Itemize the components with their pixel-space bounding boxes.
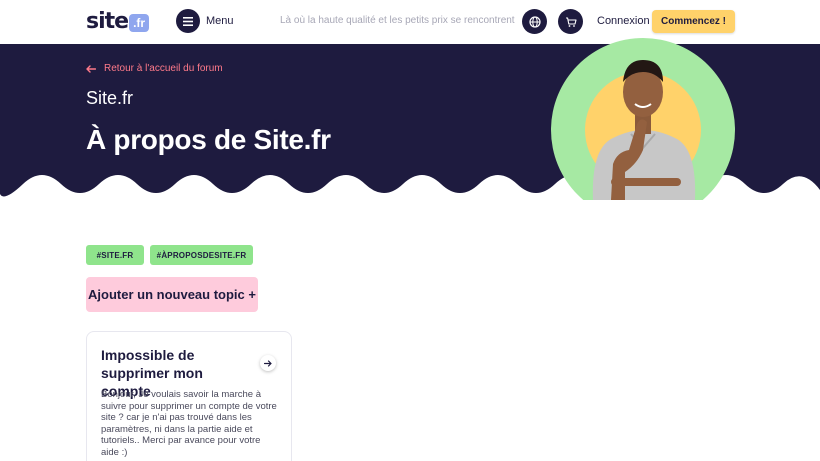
language-button[interactable] xyxy=(522,9,547,34)
arrow-left-icon xyxy=(86,64,96,73)
tag-apropos[interactable]: #ÀPROPOSDESITE.FR xyxy=(150,245,253,265)
globe-icon xyxy=(528,15,541,28)
topic-card[interactable]: Impossible de supprimer mon compte Bonjo… xyxy=(86,331,292,461)
menu-button[interactable] xyxy=(176,9,200,33)
arrow-right-icon xyxy=(264,359,272,367)
get-started-button[interactable]: Commencez ! xyxy=(652,10,735,33)
hero-illustration xyxy=(551,38,736,200)
topic-excerpt: Bonjour, Je voulais savoir la marche à s… xyxy=(101,389,277,458)
cart-button[interactable] xyxy=(558,9,583,34)
login-link[interactable]: Connexion xyxy=(597,15,650,27)
back-to-forum-link[interactable]: Retour à l'accueil du forum xyxy=(86,63,223,74)
menu-icon xyxy=(183,16,193,26)
logo-badge: .fr xyxy=(129,14,150,32)
tag-site-fr[interactable]: #SITE.FR xyxy=(86,245,144,265)
tagline: Là où la haute qualité et les petits pri… xyxy=(280,15,515,26)
back-link-label: Retour à l'accueil du forum xyxy=(104,63,223,74)
logo-text: site xyxy=(86,8,129,34)
page-title: À propos de Site.fr xyxy=(86,124,331,155)
add-topic-button[interactable]: Ajouter un nouveau topic + xyxy=(86,277,258,312)
breadcrumb: Site.fr xyxy=(86,88,134,108)
page: site .fr Menu Là où la haute qualité et … xyxy=(0,0,820,461)
menu-label[interactable]: Menu xyxy=(206,15,234,27)
logo[interactable]: site .fr xyxy=(86,8,150,34)
cart-icon xyxy=(565,16,577,27)
open-topic-button[interactable] xyxy=(260,355,276,371)
